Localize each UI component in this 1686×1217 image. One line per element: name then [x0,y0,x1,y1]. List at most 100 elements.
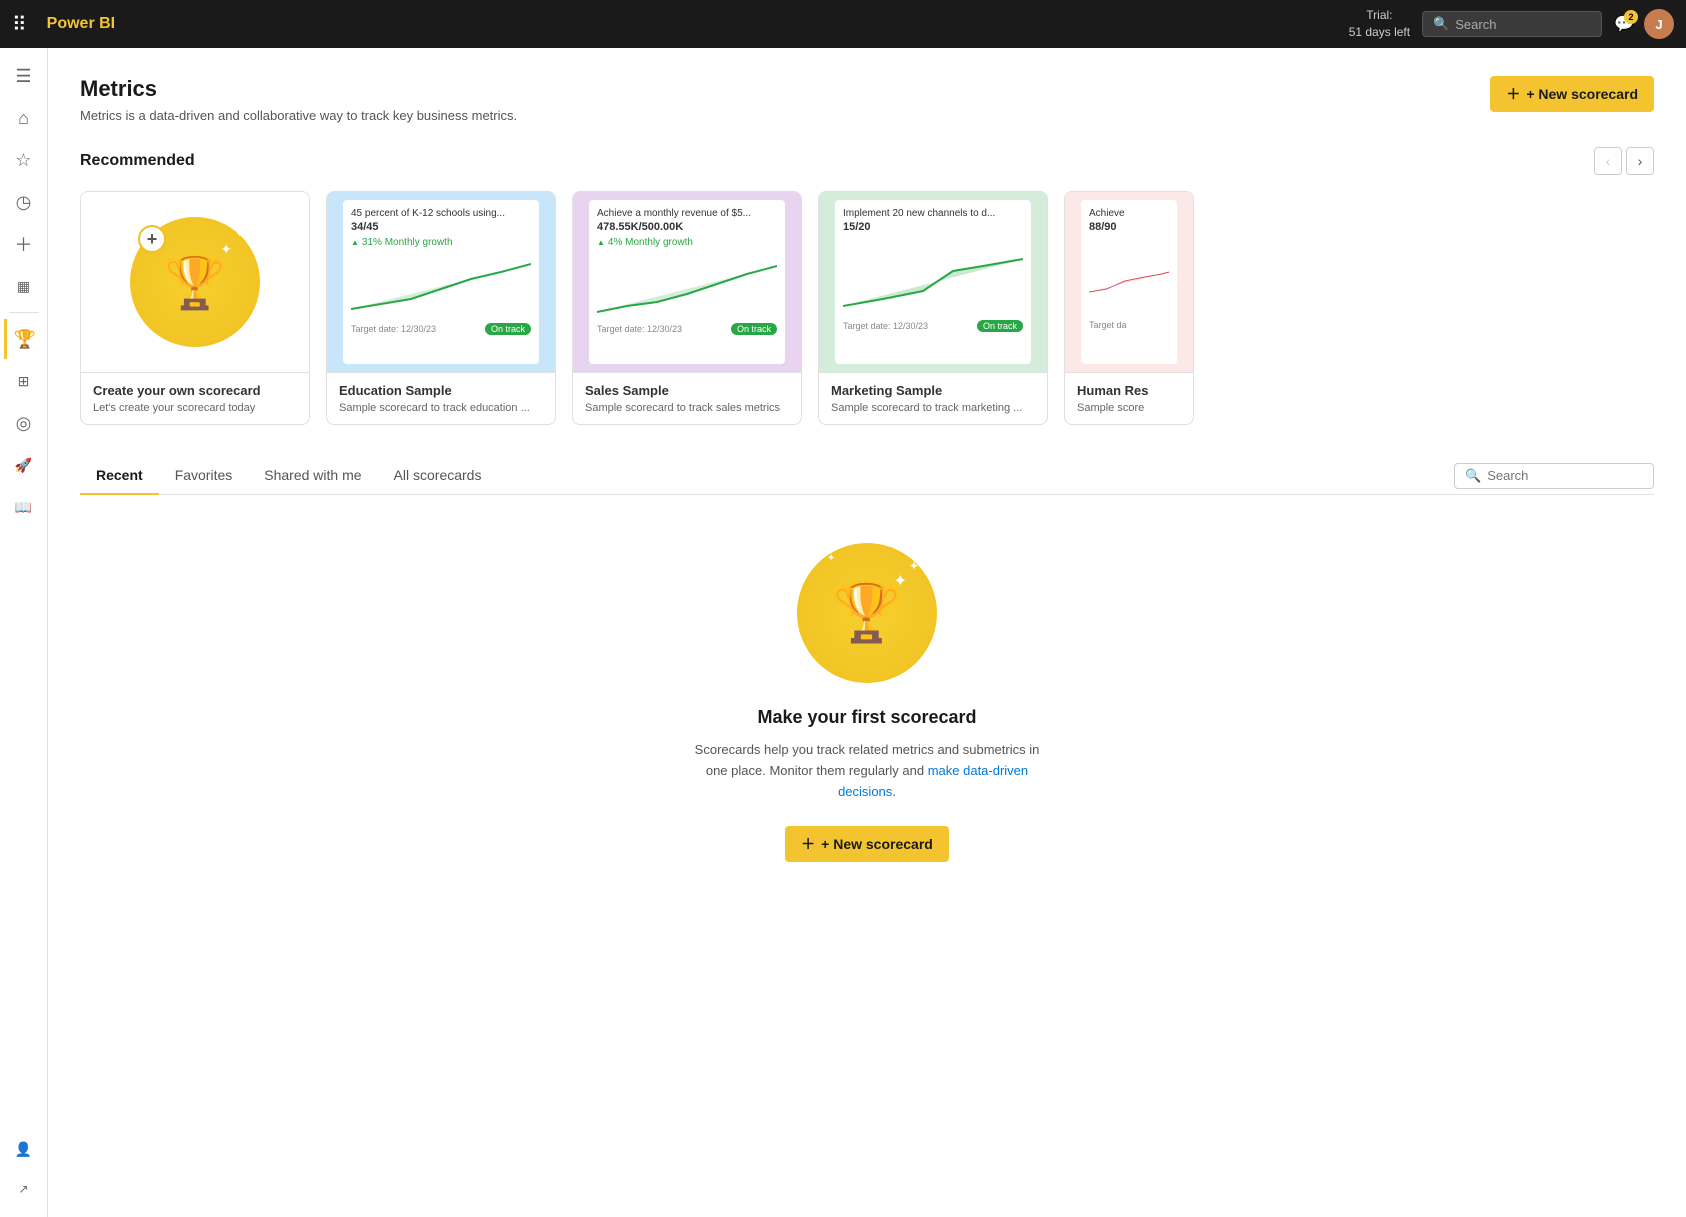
sparkle2: ✦ [220,241,232,258]
marketing-scorecard-card[interactable]: Implement 20 new channels to d... 15/20 … [818,191,1048,425]
trophy-emoji: 🏆 [831,579,903,647]
marketing-value: 15/20 [843,221,1023,233]
tab-favorites[interactable]: Favorites [159,457,249,495]
create-card-label: Create your own scorecard Let's create y… [81,372,309,424]
marketing-status: On track [977,320,1023,332]
sidebar-item-deploy[interactable]: 🚀 [4,445,44,485]
sales-status: On track [731,323,777,335]
app-logo: Power BI [47,15,115,33]
sales-metric: Achieve a monthly revenue of $5... [597,208,777,219]
human-resources-card-description: Sample score [1077,402,1181,414]
education-chart-svg [351,254,531,314]
create-scorecard-card[interactable]: + 🏆 ✦ ✦ Create your own scorecard Let's … [80,191,310,425]
sales-card-title: Sales Sample [585,383,789,398]
sidebar-item-metrics[interactable]: 🏆 [4,319,44,359]
human-resources-footer: Target da [1089,320,1169,330]
cards-row: + 🏆 ✦ ✦ Create your own scorecard Let's … [80,191,1654,425]
tab-recent[interactable]: Recent [80,457,159,495]
page-title: Metrics [80,76,517,102]
sales-card-description: Sample scorecard to track sales metrics [585,402,789,414]
new-scorecard-button[interactable]: ＋ + New scorecard [1490,76,1654,112]
sales-value: 478.55K/500.00K [597,221,777,233]
human-resources-card-title: Human Res [1077,383,1181,398]
tab-shared[interactable]: Shared with me [248,457,377,495]
sidebar-item-monitor[interactable]: ◎ [4,403,44,443]
create-card-description: Let's create your scorecard today [93,402,297,414]
topbar-search-box[interactable]: 🔍 [1422,11,1602,37]
sidebar-item-external[interactable]: ↗ [4,1169,44,1209]
marketing-chart: Implement 20 new channels to d... 15/20 … [835,200,1031,364]
empty-desc-part2: . [892,784,896,799]
sidebar: ☰ ⌂ ☆ ◷ ＋ ▦ 🏆 ⊞ ◎ 🚀 📖 👤 ↗ [0,48,48,1217]
sidebar-divider [9,312,39,313]
education-value: 34/45 [351,221,531,233]
tabs-header: Recent Favorites Shared with me All scor… [80,457,1654,495]
human-resources-metric: Achieve [1089,208,1169,219]
empty-state-new-scorecard-button[interactable]: ＋ + New scorecard [785,826,949,862]
tabs-search-input[interactable] [1487,468,1643,483]
marketing-card-label: Marketing Sample Sample scorecard to tra… [819,372,1047,424]
topbar-search-input[interactable] [1455,17,1591,32]
sidebar-item-create[interactable]: ＋ [4,224,44,264]
marketing-footer: Target date: 12/30/23 On track [843,320,1023,332]
notifications-icon[interactable]: 💬 2 [1614,14,1634,34]
trial-days: 51 days left [1349,24,1410,41]
sidebar-item-recent[interactable]: ◷ [4,182,44,222]
empty-plus-icon: ＋ [801,834,815,854]
sidebar-item-datahub[interactable]: ⊞ [4,361,44,401]
sidebar-item-favorites[interactable]: ☆ [4,140,44,180]
app-grid-icon[interactable]: ⠿ [12,12,27,37]
plus-icon: ＋ [1506,84,1520,104]
marketing-card-description: Sample scorecard to track marketing ... [831,402,1035,414]
education-scorecard-card[interactable]: 45 percent of K-12 schools using... 34/4… [326,191,556,425]
recommended-title: Recommended [80,152,195,170]
sales-card-visual: Achieve a monthly revenue of $5... 478.5… [573,192,801,372]
topbar-icons: 💬 2 J [1614,9,1674,39]
page-header-text: Metrics Metrics is a data-driven and col… [80,76,517,123]
education-card-title: Education Sample [339,383,543,398]
tabs-search-icon: 🔍 [1465,468,1481,484]
sales-card-label: Sales Sample Sample scorecard to track s… [573,372,801,424]
education-chart: 45 percent of K-12 schools using... 34/4… [343,200,539,364]
recommended-section-header: Recommended ‹ › [80,147,1654,175]
education-metric: 45 percent of K-12 schools using... [351,208,531,219]
empty-trophy: 🏆 ✦ ✦ ✦ [797,543,937,683]
nav-arrows: ‹ › [1594,147,1654,175]
education-status: On track [485,323,531,335]
human-resources-chart: Achieve 88/90 Target da [1081,200,1177,364]
human-resources-chart-svg [1089,251,1169,311]
trophy-icon: + 🏆 ✦ ✦ [130,217,260,347]
plus-badge: + [138,225,166,253]
human-resources-date: Target da [1089,320,1127,330]
human-resources-scorecard-card[interactable]: Achieve 88/90 Target da Human Res Sample… [1064,191,1194,425]
sparkle-icon-1: ✦ [909,559,919,573]
sidebar-item-browse[interactable]: ▦ [4,266,44,306]
avatar[interactable]: J [1644,9,1674,39]
sales-chart: Achieve a monthly revenue of $5... 478.5… [589,200,785,364]
sparkle-icon-3: ✦ [827,553,835,564]
empty-new-scorecard-label: + New scorecard [821,836,933,852]
tabs-search-box[interactable]: 🔍 [1454,463,1654,489]
page-subtitle: Metrics is a data-driven and collaborati… [80,108,517,123]
sidebar-item-home[interactable]: ⌂ [4,98,44,138]
empty-state-description: Scorecards help you track related metric… [687,740,1047,802]
sidebar-item-menu[interactable]: ☰ [4,56,44,96]
human-resources-card-label: Human Res Sample score [1065,372,1193,424]
nav-prev-button[interactable]: ‹ [1594,147,1622,175]
create-card-title: Create your own scorecard [93,383,297,398]
tabs-header-right: 🔍 [1454,463,1654,489]
marketing-card-visual: Implement 20 new channels to d... 15/20 … [819,192,1047,372]
page-header: Metrics Metrics is a data-driven and col… [80,76,1654,123]
sales-growth: 4% Monthly growth [597,237,777,248]
sidebar-item-user[interactable]: 👤 [4,1129,44,1169]
sales-date: Target date: 12/30/23 [597,324,682,334]
new-scorecard-label: + New scorecard [1526,86,1638,102]
tabs-section: Recent Favorites Shared with me All scor… [80,457,1654,910]
sidebar-item-learn[interactable]: 📖 [4,487,44,527]
tab-all[interactable]: All scorecards [378,457,498,495]
marketing-card-title: Marketing Sample [831,383,1035,398]
nav-next-button[interactable]: › [1626,147,1654,175]
sales-scorecard-card[interactable]: Achieve a monthly revenue of $5... 478.5… [572,191,802,425]
search-icon: 🔍 [1433,16,1449,32]
main-content: Metrics Metrics is a data-driven and col… [48,48,1686,1217]
